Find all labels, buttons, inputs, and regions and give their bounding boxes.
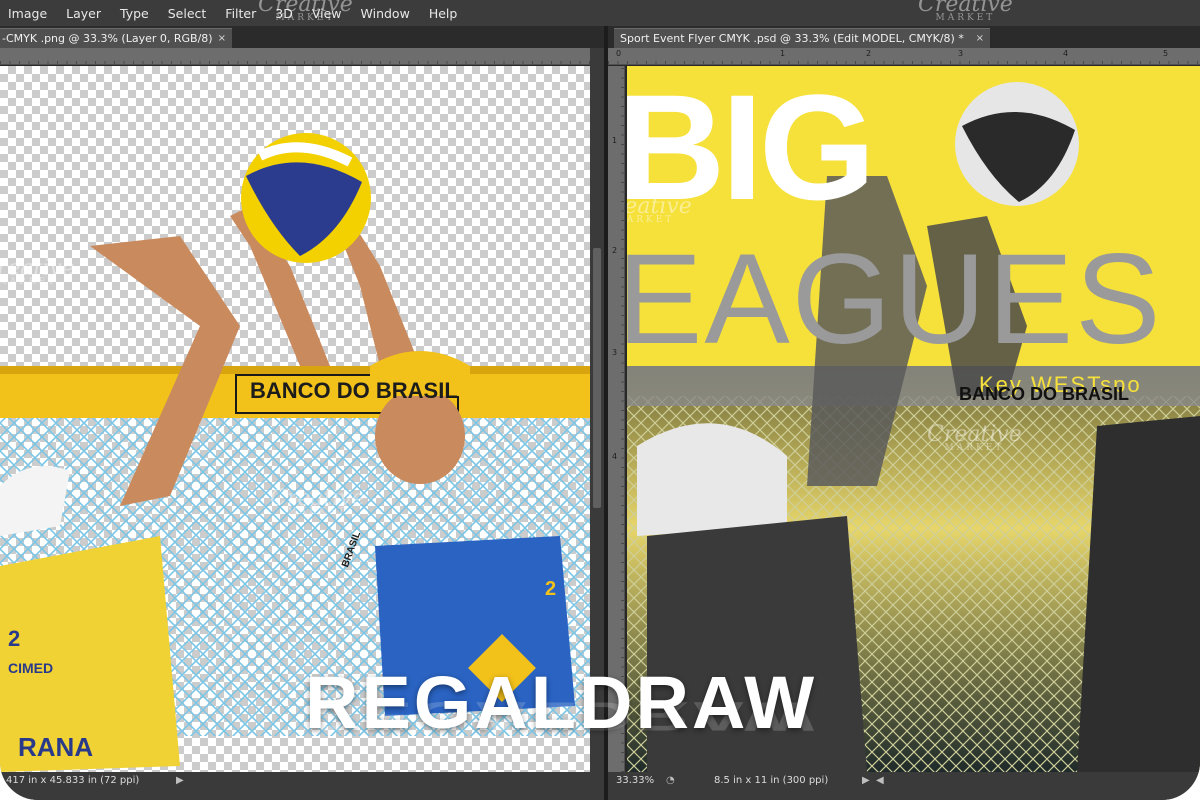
jersey-text: RANA — [18, 732, 94, 762]
status-bar-left: 417 in x 45.833 in (72 ppi) ▶ — [0, 772, 604, 800]
menu-filter[interactable]: Filter — [225, 6, 256, 21]
creative-market-watermark: CreativeMARKET — [258, 0, 353, 23]
scrollbar-thumb[interactable] — [593, 248, 601, 508]
ruler-tick: 0 — [616, 49, 622, 58]
scroll-left-arrow-icon[interactable]: ◀ — [876, 772, 884, 790]
menu-type[interactable]: Type — [120, 6, 149, 21]
jersey-number-right: 2 — [545, 578, 557, 600]
menu-bar: Image Layer Type Select Filter 3D View W… — [0, 0, 1200, 26]
creative-market-watermark: CreativeMARKET — [627, 194, 692, 225]
menu-image[interactable]: Image — [8, 6, 47, 21]
menu-select[interactable]: Select — [168, 6, 207, 21]
tab-right-title: Sport Event Flyer CMYK .psd @ 33.3% (Edi… — [620, 32, 964, 45]
ruler-tick: 5 — [1163, 49, 1169, 58]
brand-watermark: REGALDRAW — [305, 661, 818, 744]
menu-layer[interactable]: Layer — [66, 6, 101, 21]
ruler-tick: 2 — [612, 246, 618, 255]
ruler-tick: 1 — [612, 136, 618, 145]
sponsor-text-right: BANCO DO BRASIL — [959, 384, 1129, 404]
tab-left-title: -CMYK .png @ 33.3% (Layer 0, RGB/8) — [2, 32, 213, 45]
player-cap-gray — [637, 423, 787, 536]
menu-help[interactable]: Help — [429, 6, 458, 21]
creative-market-watermark: CreativeMARKET — [927, 422, 1022, 453]
tab-bar-left: -CMYK .png @ 33.3% (Layer 0, RGB/8) × — [0, 26, 604, 48]
ruler-horizontal-left — [0, 48, 590, 65]
status-bar-right: 33.33% ◔ 8.5 in x 11 in (300 ppi) ▶ ◀ — [608, 772, 1200, 800]
ruler-tick: 4 — [612, 452, 618, 461]
creative-market-watermark: CreativeMARKET — [270, 486, 365, 517]
status-arrow-icon[interactable]: ▶ — [176, 772, 184, 790]
close-icon[interactable]: × — [218, 29, 226, 49]
ruler-tick: 2 — [866, 49, 872, 58]
ruler-tick: 3 — [958, 49, 964, 58]
status-options-icon[interactable]: ◔ — [666, 772, 675, 790]
menu-window[interactable]: Window — [361, 6, 410, 21]
document-size-right: 8.5 in x 11 in (300 ppi) — [714, 775, 829, 786]
tab-bar-right: Sport Event Flyer CMYK .psd @ 33.3% (Edi… — [608, 26, 1200, 48]
ruler-tick: 4 — [1063, 49, 1069, 58]
net-band-edge — [0, 366, 590, 374]
sponsor-text: BANCO DO BRASIL — [250, 378, 458, 403]
player-arm — [340, 226, 420, 366]
jersey-number-left: 2 — [8, 626, 21, 651]
ruler-horizontal-right: 0 1 2 3 4 5 — [608, 48, 1200, 65]
player-body-gray — [1077, 416, 1200, 772]
jersey-sponsor-text: CIMED — [8, 660, 54, 676]
creative-market-watermark: CreativeMARKET — [0, 256, 75, 287]
close-icon[interactable]: × — [976, 29, 984, 49]
tab-right-document[interactable]: Sport Event Flyer CMYK .psd @ 33.3% (Edi… — [614, 28, 990, 48]
photoshop-window: Image Layer Type Select Filter 3D View W… — [0, 0, 1200, 800]
ruler-tick: 1 — [780, 49, 786, 58]
ruler-tick: 3 — [612, 348, 618, 357]
status-arrow-icon[interactable]: ▶ — [862, 772, 870, 790]
creative-market-watermark: CreativeMARKET — [918, 0, 1013, 23]
headline-leagues: EAGUES — [627, 228, 1163, 371]
document-size-left: 417 in x 45.833 in (72 ppi) — [6, 775, 140, 786]
zoom-level[interactable]: 33.33% — [616, 775, 654, 786]
tab-left-document[interactable]: -CMYK .png @ 33.3% (Layer 0, RGB/8) × — [0, 28, 232, 48]
